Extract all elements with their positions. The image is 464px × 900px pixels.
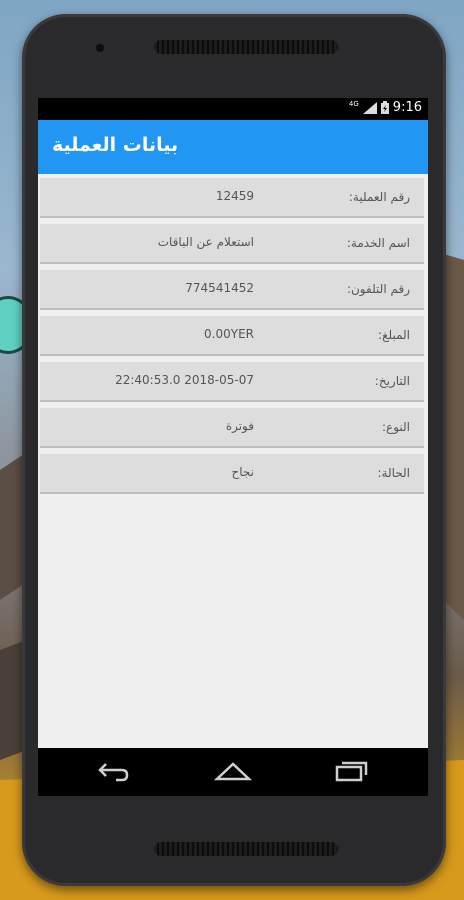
detail-label: رقم التلفون:	[346, 282, 410, 296]
detail-row-phone-number: رقم التلفون: 774541452	[40, 270, 424, 310]
navigation-bar	[38, 748, 428, 796]
phone-frame: 4G 9:16 بيانات العملية رقم العملية: 1245…	[22, 14, 446, 886]
screen: 4G 9:16 بيانات العملية رقم العملية: 1245…	[38, 98, 428, 796]
detail-row-service-name: اسم الخدمة: استعلام عن الباقات	[40, 224, 424, 264]
detail-label: النوع:	[381, 420, 410, 434]
detail-value: فوترة	[225, 419, 254, 433]
detail-row-type: النوع: فوترة	[40, 408, 424, 448]
detail-label: التاريخ:	[374, 374, 410, 388]
signal-icon	[362, 101, 377, 114]
home-icon	[213, 762, 253, 781]
detail-row-status: الحالة: نجاح	[40, 454, 424, 494]
back-icon	[98, 763, 129, 782]
detail-value: 0.00YER	[204, 327, 254, 341]
recent-apps-button[interactable]	[334, 760, 370, 786]
page-title: بيانات العملية	[52, 134, 179, 156]
detail-value: استعلام عن الباقات	[157, 235, 254, 249]
detail-label: رقم العملية:	[348, 190, 410, 204]
detail-value: 774541452	[185, 281, 254, 295]
battery-icon	[380, 101, 389, 114]
detail-label: اسم الخدمة:	[346, 236, 410, 250]
detail-row-date: التاريخ: 22:40:53.0 2018-05-07	[40, 362, 424, 402]
app-bar: بيانات العملية	[38, 120, 428, 174]
clock: 9:16	[392, 100, 422, 115]
front-camera	[96, 44, 104, 52]
detail-value: نجاح	[231, 465, 255, 479]
home-button[interactable]	[213, 760, 253, 786]
detail-row-amount: المبلغ: 0.00YER	[40, 316, 424, 356]
detail-row-transaction-number: رقم العملية: 12459	[40, 178, 424, 218]
detail-label: الحالة:	[377, 466, 410, 480]
recent-apps-icon	[335, 761, 368, 782]
detail-value: 22:40:53.0 2018-05-07	[115, 373, 254, 387]
network-type: 4G	[348, 99, 359, 108]
detail-value: 12459	[215, 189, 254, 203]
back-button[interactable]	[96, 760, 130, 786]
detail-label: المبلغ:	[378, 328, 410, 342]
earpiece-speaker	[154, 40, 338, 54]
status-bar: 4G 9:16	[38, 98, 428, 120]
details-list: رقم العملية: 12459 اسم الخدمة: استعلام ع…	[38, 174, 428, 494]
bottom-speaker	[154, 842, 338, 856]
